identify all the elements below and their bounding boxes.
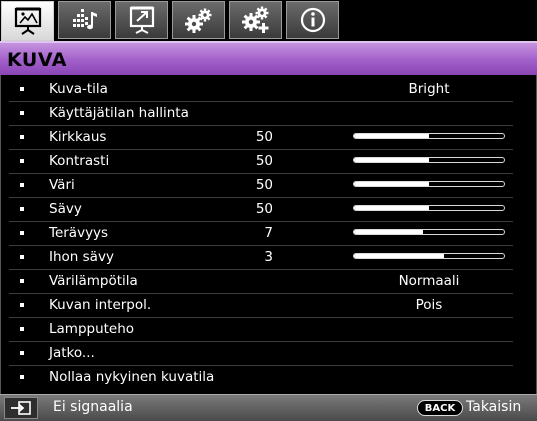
menu-item-user-mode-management[interactable]: Käyttäjätilan hallinta	[9, 102, 513, 126]
settings-menu: Kuva-tila Bright Käyttäjätilan hallinta …	[0, 75, 537, 394]
tab-audio[interactable]	[58, 1, 111, 39]
audio-equalizer-icon	[72, 9, 97, 30]
menu-item-label: Terävyys	[49, 225, 109, 241]
menu-item-label: Väri	[49, 177, 75, 193]
gears-icon	[184, 8, 211, 33]
skin-tone-slider[interactable]	[353, 253, 505, 259]
color-slider[interactable]	[353, 181, 505, 187]
tint-value: 50	[255, 201, 273, 217]
menu-item-label: Nollaa nykyinen kuvatila	[49, 369, 215, 385]
menu-item-label: Kirkkaus	[49, 129, 107, 145]
menu-item-label: Ihon sävy	[49, 249, 114, 265]
slider-fill	[354, 206, 429, 210]
slider-fill	[354, 182, 429, 186]
contrast-value: 50	[255, 153, 273, 169]
bullet	[20, 207, 24, 211]
menu-item-label: Jatko...	[49, 345, 95, 361]
brightness-slider[interactable]	[353, 133, 505, 139]
brightness-value: 50	[255, 129, 273, 145]
menu-item-picture-mode[interactable]: Kuva-tila Bright	[9, 78, 513, 102]
back-label: Takaisin	[466, 399, 522, 415]
color-value: 50	[255, 177, 273, 193]
tab-display[interactable]	[115, 1, 168, 39]
screen-display-icon	[129, 6, 154, 34]
menu-item-lamp-power[interactable]: Lampputeho	[9, 318, 513, 342]
bullet	[20, 111, 24, 115]
menu-item-reset-picture-mode[interactable]: Nollaa nykyinen kuvatila	[9, 366, 513, 389]
bullet	[20, 375, 24, 379]
menu-item-contrast[interactable]: Kontrasti 50	[9, 150, 513, 174]
page-title: KUVA	[7, 49, 67, 71]
input-source-icon	[11, 401, 31, 415]
menu-tabs	[0, 0, 537, 41]
color-temperature-value: Normaali	[398, 273, 460, 289]
source-button[interactable]	[4, 397, 38, 419]
sharpness-slider[interactable]	[353, 229, 505, 235]
tab-picture[interactable]	[1, 1, 54, 41]
slider-fill	[354, 134, 429, 138]
contrast-slider[interactable]	[353, 157, 505, 163]
bullet	[20, 255, 24, 259]
menu-item-skin-tone[interactable]: Ihon sävy 3	[9, 246, 513, 270]
menu-item-advanced[interactable]: Jatko...	[9, 342, 513, 366]
section-header: KUVA	[0, 41, 537, 75]
bullet	[20, 231, 24, 235]
status-bar: Ei signaalia BACK Takaisin	[0, 394, 537, 421]
menu-item-label: Sävy	[49, 201, 82, 217]
back-button[interactable]: BACK	[417, 400, 463, 416]
sharpness-value: 7	[264, 225, 273, 241]
slider-fill	[354, 254, 444, 258]
skin-tone-value: 3	[264, 249, 273, 265]
signal-status: Ei signaalia	[53, 399, 133, 415]
bullet	[20, 351, 24, 355]
picture-mode-value: Bright	[408, 81, 450, 97]
tab-information[interactable]	[286, 1, 339, 39]
menu-item-color[interactable]: Väri 50	[9, 174, 513, 198]
menu-item-brightness[interactable]: Kirkkaus 50	[9, 126, 513, 150]
slider-fill	[354, 158, 429, 162]
frame-interpolation-value: Pois	[415, 297, 443, 313]
picture-icon	[14, 7, 41, 35]
info-icon	[300, 7, 325, 33]
menu-item-label: Lampputeho	[49, 321, 135, 337]
bullet	[20, 183, 24, 187]
menu-item-label: Värilämpötila	[49, 273, 138, 289]
gears-plus-icon	[241, 6, 268, 33]
menu-item-label: Käyttäjätilan hallinta	[49, 105, 189, 121]
menu-item-sharpness[interactable]: Terävyys 7	[9, 222, 513, 246]
bullet	[20, 159, 24, 163]
menu-item-label: Kuvan interpol.	[49, 297, 152, 313]
tab-setup-basic[interactable]	[172, 1, 225, 39]
slider-fill	[354, 230, 423, 234]
bullet	[20, 303, 24, 307]
menu-item-label: Kontrasti	[49, 153, 110, 169]
bullet	[20, 135, 24, 139]
menu-item-tint[interactable]: Sävy 50	[9, 198, 513, 222]
bullet	[20, 279, 24, 283]
menu-item-color-temperature[interactable]: Värilämpötila Normaali	[9, 270, 513, 294]
tab-setup-advanced[interactable]	[229, 1, 282, 39]
menu-item-frame-interpolation[interactable]: Kuvan interpol. Pois	[9, 294, 513, 318]
menu-item-label: Kuva-tila	[49, 81, 108, 97]
bullet	[20, 327, 24, 331]
bullet	[20, 87, 24, 91]
tint-slider[interactable]	[353, 205, 505, 211]
